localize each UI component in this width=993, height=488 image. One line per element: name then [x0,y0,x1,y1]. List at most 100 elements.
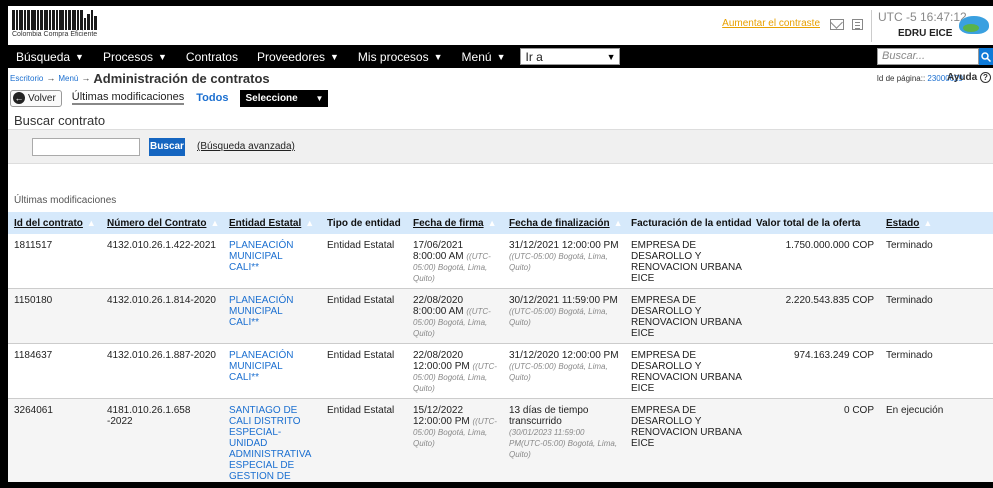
arrow-left-icon: ← [13,92,25,104]
caret-down-icon: ▼ [330,51,339,62]
cell-entidad-link[interactable]: SANTIAGO DE CALI DISTRITO ESPECIAL-UNIDA… [223,398,321,482]
help-link[interactable]: Ayuda ? [947,72,991,83]
caret-down-icon: ▼ [158,51,167,62]
mail-icon[interactable] [830,19,844,30]
col-firma[interactable]: Fecha de firma ▲ [407,212,503,234]
cell-entidad-link[interactable]: PLANEACIÓN MUNICIPAL CALI** [223,288,321,344]
col-fin[interactable]: Fecha de finalización ▲ [503,212,625,234]
tab-all[interactable]: Todos [196,92,228,104]
global-search: Buscar... [877,48,993,65]
logo[interactable]: Colombia Compra Eficiente [12,10,108,40]
toolbar: ← Volver Últimas modificaciones Todos Se… [8,88,993,108]
nav-menu[interactable]: Menú ▼ [454,50,517,64]
advanced-search-link[interactable]: (Búsqueda avanzada) [197,141,295,152]
tab-recent[interactable]: Últimas modificaciones [71,91,185,105]
user-box[interactable]: UTC -5 16:47:12 EDRU EICE [871,10,993,42]
cell-entidad-link[interactable]: PLANEACIÓN MUNICIPAL CALI** [223,234,321,289]
col-numero[interactable]: Número del Contrato ▲ [101,212,223,234]
caret-down-icon: ▼ [433,51,443,62]
logo-caption: Colombia Compra Eficiente [12,31,98,38]
breadcrumb: Escritorio → Menú → Administración de co… [8,68,993,88]
nav-contratos[interactable]: Contratos [178,50,249,64]
breadcrumb-menu[interactable]: Menú [58,74,78,83]
cell-facturacion: EMPRESA DE DESAROLLO Y RENOVACION URBANA… [625,343,750,399]
cell-facturacion: EMPRESA DE DESAROLLO Y RENOVACION URBANA… [625,288,750,344]
cell-tipo: Entidad Estatal [321,398,407,482]
back-button[interactable]: ← Volver [10,89,62,107]
goto-select[interactable]: Ir a ▼ [520,48,621,65]
contracts-table: Id del contrato ▲ Número del Contrato ▲ En… [8,212,993,482]
arrow-right-icon: → [46,73,56,83]
caret-down-icon: ▼ [606,51,616,62]
document-icon[interactable] [852,19,863,30]
cell-facturacion: EMPRESA DE DESAROLLO Y RENOVACION URBANA… [625,234,750,289]
cell-tipo: Entidad Estatal [321,234,407,289]
cell-valor: 2.220.543.835 COP [750,288,880,344]
col-entidad[interactable]: Entidad Estatal ▲ [223,212,321,234]
col-id[interactable]: Id del contrato ▲ [8,212,101,234]
site-header: Colombia Compra Eficiente Aumentar el co… [8,6,993,45]
nav-procesos[interactable]: Procesos ▼ [95,50,178,64]
cell-fin: 31/12/2021 12:00:00 PM ((UTC-05:00) Bogot… [503,234,625,289]
search-panel: Buscar (Búsqueda avanzada) [8,129,993,164]
cell-facturacion: EMPRESA DE DESAROLLO Y RENOVACION URBANA… [625,398,750,482]
cell-tipo: Entidad Estatal [321,288,407,344]
cell-firma: 15/12/2022 12:00:00 PM ((UTC-05:00) Bogo… [407,398,503,482]
col-valor: Valor total de la oferta [756,217,861,229]
nav-mis-procesos[interactable]: Mis procesos ▼ [350,50,454,64]
cell-id: 1150180 [8,288,101,344]
table-row[interactable]: 3264061 4181.010.26.1.658 -2022 SANTIAGO D… [8,398,993,482]
caret-down-icon: ▼ [75,51,84,62]
cell-fin: 31/12/2020 12:00:00 PM ((UTC-05:00) Bogot… [503,343,625,399]
global-search-input[interactable]: Buscar... [877,48,979,65]
cell-estado: Terminado [880,343,993,399]
cell-numero: 4181.010.26.1.658 -2022 [101,398,223,482]
col-facturacion: Facturación de la entidad [631,217,752,229]
cell-firma: 22/08/2020 8:00:00 AM ((UTC-05:00) Bogot… [407,288,503,344]
cell-id: 1184637 [8,343,101,399]
sort-icon: ▲ [613,217,623,228]
cell-tipo: Entidad Estatal [321,343,407,399]
col-estado[interactable]: Estado ▲ [880,212,993,234]
cell-firma: 17/06/2021 8:00:00 AM ((UTC-05:00) Bogot… [407,234,503,289]
nav-busqueda[interactable]: Búsqueda ▼ [8,50,95,64]
caret-down-icon: ▼ [496,51,506,62]
list-caption: Últimas modificaciones [14,195,117,206]
page-title: Administración de contratos [93,70,270,86]
sort-icon: ▲ [210,217,220,228]
contract-search-input[interactable] [32,137,140,156]
filter-select[interactable]: Seleccione ▼ [240,89,329,107]
search-icon[interactable] [979,48,993,65]
nav-proveedores[interactable]: Proveedores ▼ [249,50,350,64]
search-button[interactable]: Buscar [149,137,185,156]
table-row[interactable]: 1184637 4132.010.26.1.887-2020 PLANEACIÓN … [8,343,993,399]
arrow-right-icon: → [81,73,91,83]
breadcrumb-escritorio[interactable]: Escritorio [10,74,43,83]
help-icon: ? [980,72,991,83]
table-row[interactable]: 1811517 4132.010.26.1.422-2021 PLANEACIÓN … [8,234,993,289]
caret-down-icon: ▼ [315,93,324,103]
user-name: EDRU EICE [898,28,953,39]
cell-valor: 974.163.249 COP [750,343,880,399]
cell-estado: Terminado [880,288,993,344]
logo-bars [12,10,108,30]
header-tools: Aumentar el contraste UTC -5 16:47:12 ED… [722,10,993,42]
sort-icon: ▲ [923,217,933,228]
cell-entidad-link[interactable]: PLANEACIÓN MUNICIPAL CALI** [223,343,321,399]
cell-valor: 0 COP [750,398,880,482]
cell-fin: 13 días de tiempo transcurrido (30/01/202… [503,398,625,482]
cell-estado: En ejecución [880,398,993,482]
table-row[interactable]: 1150180 4132.010.26.1.814-2020 PLANEACIÓN … [8,288,993,344]
table-header: Id del contrato ▲ Número del Contrato ▲ En… [8,212,993,234]
cell-fin: 30/12/2021 11:59:00 PM ((UTC-05:00) Bogot… [503,288,625,344]
sort-icon: ▲ [487,217,497,228]
search-title: Buscar contrato [14,113,106,128]
cell-firma: 22/08/2020 12:00:00 PM ((UTC-05:00) Bogo… [407,343,503,399]
cell-id: 3264061 [8,398,101,482]
cell-numero: 4132.010.26.1.422-2021 [101,234,223,289]
cell-valor: 1.750.000.000 COP [750,234,880,289]
cell-numero: 4132.010.26.1.814-2020 [101,288,223,344]
contrast-link[interactable]: Aumentar el contraste [722,18,820,29]
sort-icon: ▲ [305,217,315,228]
cell-estado: Terminado [880,234,993,289]
